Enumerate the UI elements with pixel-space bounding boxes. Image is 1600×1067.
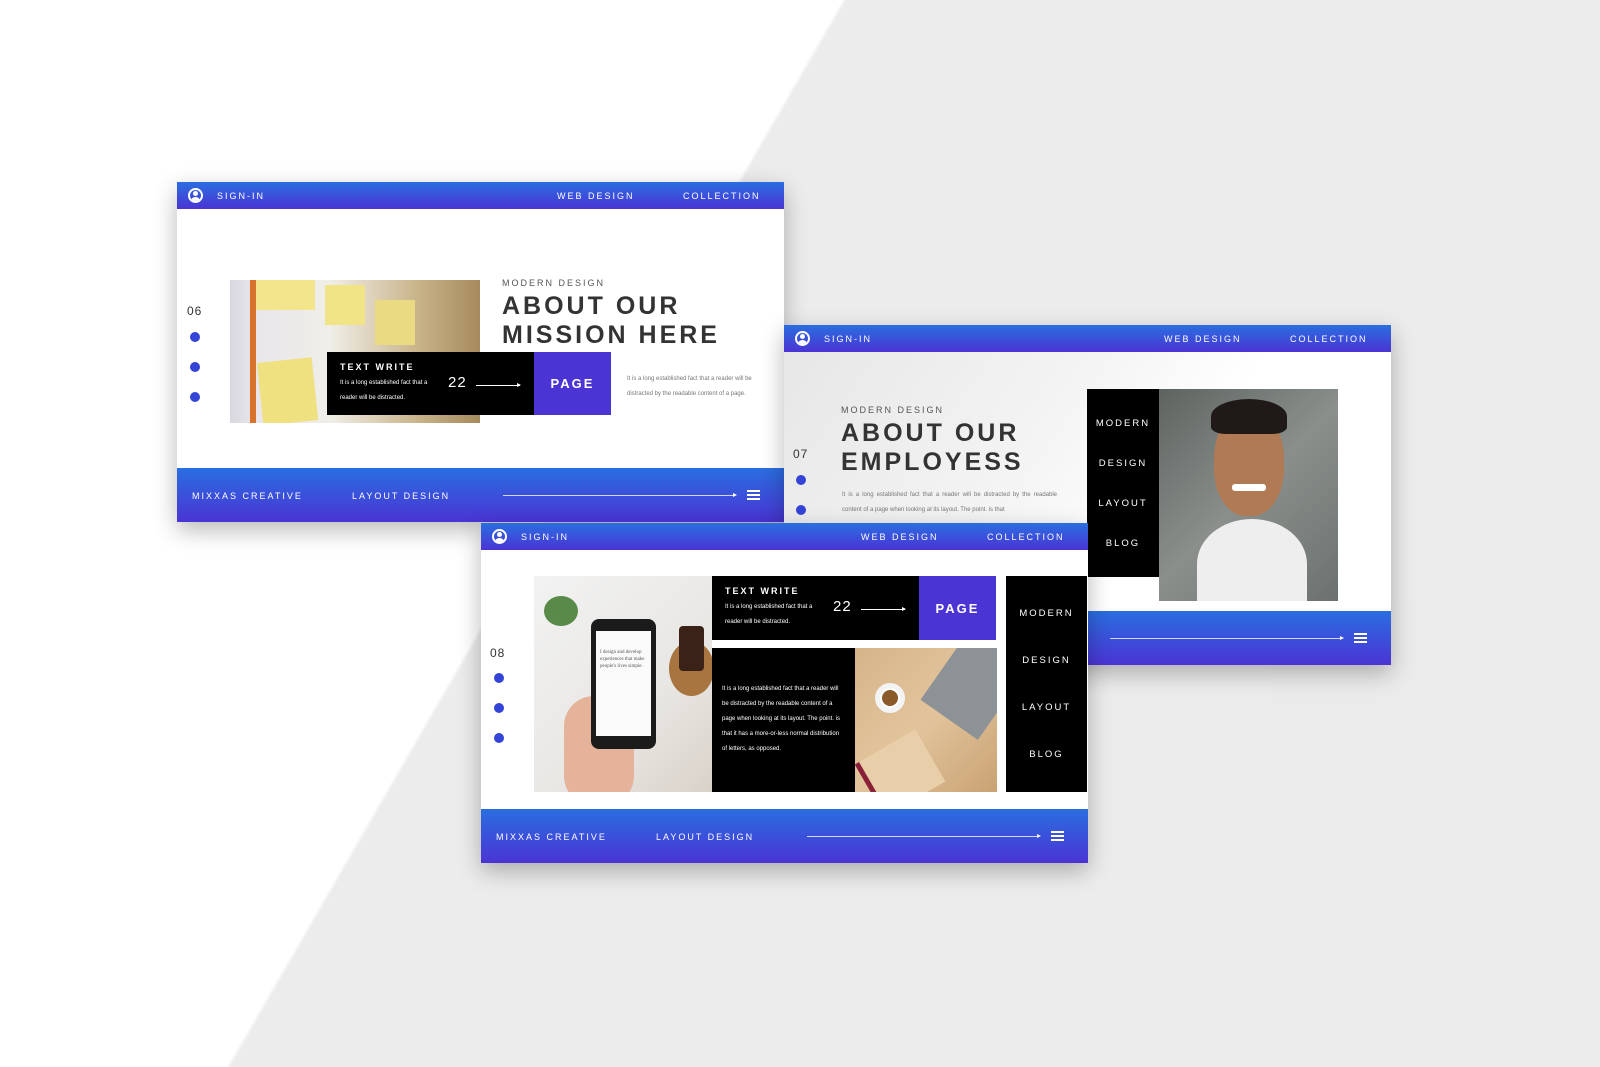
slide-06: SIGN-IN WEB DESIGN COLLECTION 06 MODERN …	[177, 182, 784, 522]
user-icon[interactable]	[795, 331, 810, 346]
body-text: It is a long established fact that a rea…	[627, 376, 752, 397]
layout-label: LAYOUT DESIGN	[656, 832, 755, 842]
page-button[interactable]: PAGE	[919, 576, 996, 640]
menu-icon[interactable]	[747, 490, 760, 500]
side-nav: MODERN DESIGN LAYOUT BLOG	[1087, 389, 1159, 577]
nav-dot[interactable]	[494, 673, 504, 683]
collection-link[interactable]: COLLECTION	[987, 532, 1065, 542]
brand-label: MIXXAS CREATIVE	[192, 491, 303, 501]
title-line: EMPLOYESS	[841, 448, 1024, 476]
background-shade	[1270, 600, 1600, 1067]
box-title: TEXT WRITE	[725, 586, 800, 596]
description-box: It is a long established fact that a rea…	[712, 648, 855, 792]
nav-item-design[interactable]: DESIGN	[1099, 458, 1147, 469]
brand-label: MIXXAS CREATIVE	[496, 832, 607, 842]
nav-item-blog[interactable]: BLOG	[1029, 749, 1063, 760]
web-design-link[interactable]: WEB DESIGN	[861, 532, 939, 542]
user-icon[interactable]	[492, 529, 507, 544]
sign-in-link[interactable]: SIGN-IN	[217, 191, 265, 201]
web-design-link[interactable]: WEB DESIGN	[557, 191, 635, 201]
nav-dot[interactable]	[190, 332, 200, 342]
menu-icon[interactable]	[1354, 633, 1367, 643]
nav-dot[interactable]	[494, 733, 504, 743]
nav-item-layout[interactable]: LAYOUT	[1022, 702, 1071, 713]
arrow-line	[807, 834, 1041, 838]
nav-item-layout[interactable]: LAYOUT	[1098, 498, 1147, 509]
slide-header: SIGN-IN WEB DESIGN COLLECTION	[177, 182, 784, 209]
nav-item-modern[interactable]: MODERN	[1019, 608, 1073, 619]
slide-title: ABOUT OUR MISSION HERE	[502, 292, 720, 350]
arrow-line	[503, 493, 737, 497]
laptop-photo	[855, 648, 997, 792]
user-icon[interactable]	[188, 188, 203, 203]
collection-link[interactable]: COLLECTION	[1290, 334, 1368, 344]
slide-header: SIGN-IN WEB DESIGN COLLECTION	[481, 523, 1088, 550]
arrow-icon	[861, 607, 906, 611]
employee-photo	[1159, 389, 1338, 601]
title-line: MISSION HERE	[502, 321, 720, 349]
nav-dot[interactable]	[494, 703, 504, 713]
layout-label: LAYOUT DESIGN	[352, 491, 451, 501]
menu-icon[interactable]	[1051, 831, 1064, 841]
slide-number: 06	[187, 304, 203, 318]
box-number: 22	[448, 374, 467, 391]
web-design-link[interactable]: WEB DESIGN	[1164, 334, 1242, 344]
nav-dot[interactable]	[796, 475, 806, 485]
slide-title: ABOUT OUR EMPLOYESS	[841, 419, 1024, 477]
nav-dot[interactable]	[796, 505, 806, 515]
side-nav: MODERN DESIGN LAYOUT BLOG	[1006, 576, 1087, 792]
title-line: ABOUT OUR	[841, 419, 1020, 447]
arrow-line	[1110, 636, 1344, 640]
nav-item-design[interactable]: DESIGN	[1022, 655, 1070, 666]
slide-08: SIGN-IN WEB DESIGN COLLECTION 08 I desig…	[481, 523, 1088, 863]
phone-screen-text: I design and develop experiences that ma…	[596, 631, 651, 736]
slide-footer: MIXXAS CREATIVE LAYOUT DESIGN	[481, 809, 1088, 863]
nav-item-modern[interactable]: MODERN	[1096, 418, 1150, 429]
slide-footer: MIXXAS CREATIVE LAYOUT DESIGN	[177, 468, 784, 522]
box-text: It is a long established fact that a rea…	[340, 380, 428, 401]
title-line: ABOUT OUR	[502, 292, 681, 320]
sign-in-link[interactable]: SIGN-IN	[824, 334, 872, 344]
kicker: MODERN DESIGN	[502, 278, 606, 288]
sign-in-link[interactable]: SIGN-IN	[521, 532, 569, 542]
nav-dot[interactable]	[190, 392, 200, 402]
slide-number: 07	[793, 447, 809, 461]
box-number: 22	[833, 598, 852, 615]
page-button[interactable]: PAGE	[534, 352, 611, 415]
phone-photo: I design and develop experiences that ma…	[534, 576, 712, 792]
body-text: It is a long established fact that a rea…	[842, 492, 1057, 513]
text-write-box: TEXT WRITE It is a long established fact…	[327, 352, 534, 415]
text-write-box: TEXT WRITE It is a long established fact…	[712, 576, 919, 640]
kicker: MODERN DESIGN	[841, 405, 945, 415]
collection-link[interactable]: COLLECTION	[683, 191, 761, 201]
box-text: It is a long established fact that a rea…	[725, 604, 813, 625]
nav-item-blog[interactable]: BLOG	[1106, 538, 1140, 549]
slide-number: 08	[490, 646, 506, 660]
slide-header: SIGN-IN WEB DESIGN COLLECTION	[784, 325, 1391, 352]
box-title: TEXT WRITE	[340, 362, 415, 372]
arrow-icon	[476, 383, 521, 387]
nav-dot[interactable]	[190, 362, 200, 372]
